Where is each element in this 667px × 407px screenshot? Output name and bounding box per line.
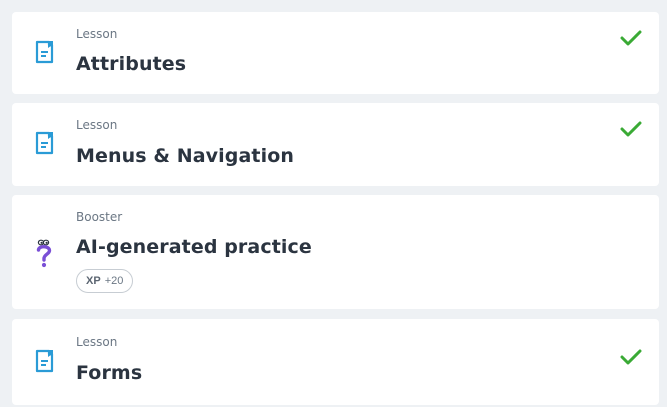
completed-check-icon <box>620 121 642 137</box>
lesson-card-attributes[interactable]: Lesson Attributes <box>12 12 659 94</box>
completed-check-icon <box>620 349 642 365</box>
lesson-card-menus-navigation[interactable]: Lesson Menus & Navigation <box>12 103 659 186</box>
xp-value: +20 <box>104 275 124 287</box>
item-type-label: Booster <box>76 210 123 224</box>
item-title[interactable]: Menus & Navigation <box>76 144 294 168</box>
item-title[interactable]: Forms <box>76 361 142 385</box>
item-title[interactable]: Attributes <box>76 52 186 76</box>
booster-card-ai-practice[interactable]: Booster AI-generated practice XP +20 <box>12 195 659 309</box>
item-type-label: Lesson <box>76 27 118 41</box>
lesson-document-icon <box>35 40 54 64</box>
completed-check-icon <box>620 30 642 46</box>
lesson-document-icon <box>35 131 54 155</box>
xp-label: XP <box>86 275 101 287</box>
item-type-label: Lesson <box>76 335 118 349</box>
lesson-card-forms[interactable]: Lesson Forms <box>12 319 659 405</box>
item-title[interactable]: AI-generated practice <box>76 235 312 259</box>
lesson-document-icon <box>35 349 54 373</box>
xp-reward-badge: XP +20 <box>76 269 134 293</box>
item-type-label: Lesson <box>76 118 118 132</box>
booster-question-icon <box>36 239 52 268</box>
